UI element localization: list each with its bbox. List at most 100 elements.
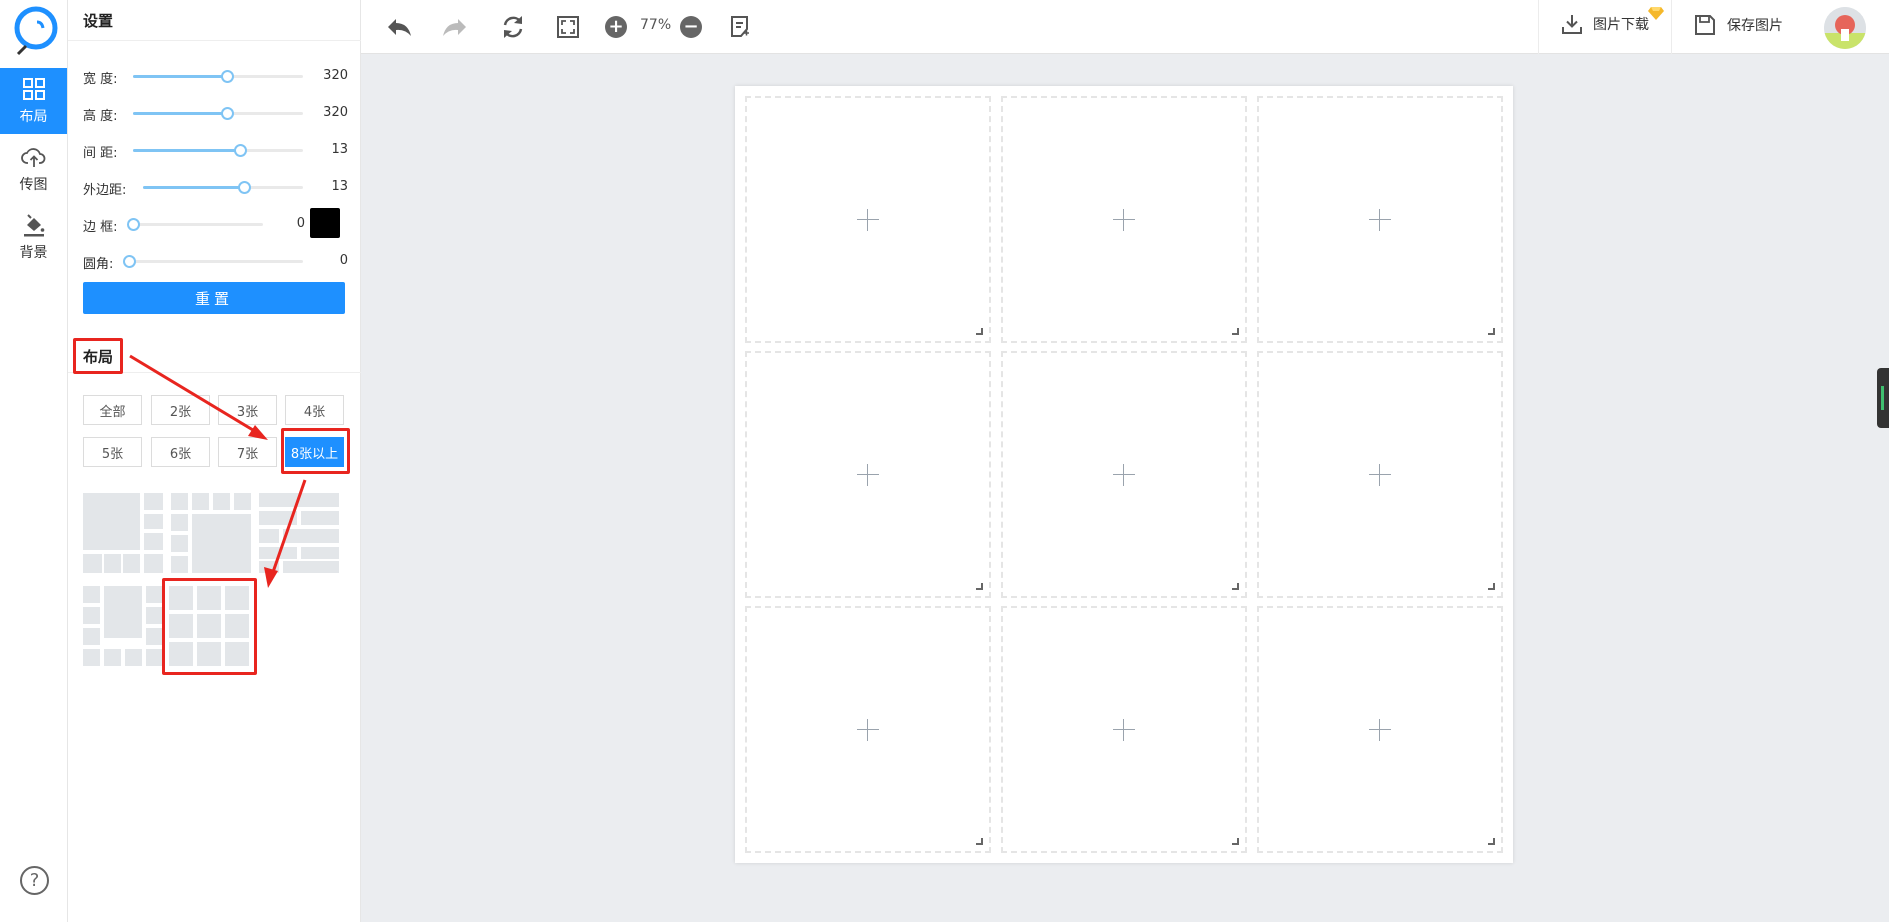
resize-handle-icon[interactable]: [1232, 583, 1239, 590]
filter-4-button[interactable]: 4张: [285, 395, 344, 425]
slider-handle[interactable]: [127, 218, 140, 231]
slider-fill: [133, 149, 241, 152]
image-slot[interactable]: [1001, 96, 1247, 343]
add-icon[interactable]: [857, 718, 879, 741]
rail-item-layout[interactable]: 布局: [0, 68, 67, 134]
slider-label: 宽 度:: [83, 72, 118, 87]
slider-handle[interactable]: [123, 255, 136, 268]
app-logo-icon[interactable]: [10, 4, 58, 56]
vip-gem-icon: [1648, 7, 1664, 20]
fit-screen-icon[interactable]: [554, 13, 582, 41]
height-slider-row: 高 度: 320: [83, 103, 363, 124]
resize-handle-icon[interactable]: [976, 583, 983, 590]
slider-handle[interactable]: [237, 181, 251, 194]
filter-all-button[interactable]: 全部: [83, 395, 142, 425]
slider-label: 高 度:: [83, 109, 118, 124]
slider-label: 间 距:: [83, 146, 118, 161]
slider-handle[interactable]: [234, 144, 248, 157]
image-slot[interactable]: [1001, 606, 1247, 853]
resize-handle-icon[interactable]: [976, 838, 983, 845]
resize-handle-icon[interactable]: [1488, 583, 1495, 590]
image-slot[interactable]: [745, 96, 991, 343]
divider: [68, 40, 361, 41]
annotation-box-8plus: [281, 428, 350, 474]
spacing-slider[interactable]: [133, 144, 303, 157]
filter-7-button[interactable]: 7张: [218, 437, 277, 467]
side-panel-handle[interactable]: [1877, 368, 1889, 428]
icon-rail: 布局 传图 背景 ?: [0, 0, 68, 922]
margin-slider[interactable]: [143, 181, 303, 194]
radius-slider-row: 圆角: 0: [83, 251, 363, 272]
rail-item-upload[interactable]: 传图: [0, 136, 67, 202]
paint-bucket-icon: [23, 214, 44, 237]
help-icon[interactable]: ?: [20, 866, 49, 895]
border-color-swatch[interactable]: [310, 208, 340, 238]
add-icon[interactable]: [1369, 208, 1391, 231]
panel-title: 设置: [83, 12, 114, 30]
image-slot[interactable]: [1257, 351, 1503, 598]
add-icon[interactable]: [1369, 718, 1391, 741]
resize-handle-icon[interactable]: [976, 328, 983, 335]
add-icon[interactable]: [1113, 718, 1135, 741]
zoom-in-icon[interactable]: +: [602, 13, 630, 41]
margin-slider-row: 外边距: 13: [83, 177, 363, 198]
border-slider[interactable]: [127, 218, 263, 231]
slider-value: 0: [296, 216, 305, 231]
add-icon[interactable]: [1113, 208, 1135, 231]
avatar[interactable]: [1824, 7, 1866, 49]
layout-template-2[interactable]: [171, 493, 251, 573]
rail-item-label: 传图: [19, 177, 48, 193]
add-icon[interactable]: [1369, 463, 1391, 486]
filter-3-button[interactable]: 3张: [218, 395, 277, 425]
slider-label: 圆角:: [83, 257, 114, 272]
slider-value: 13: [331, 179, 348, 194]
slider-label: 边 框:: [83, 220, 118, 235]
height-slider[interactable]: [133, 107, 303, 120]
filter-6-button[interactable]: 6张: [151, 437, 210, 467]
add-icon[interactable]: [857, 463, 879, 486]
add-icon[interactable]: [1113, 463, 1135, 486]
image-slot[interactable]: [745, 606, 991, 853]
resize-handle-icon[interactable]: [1232, 838, 1239, 845]
image-slot[interactable]: [1257, 606, 1503, 853]
radius-slider[interactable]: [123, 255, 303, 268]
zoom-in-glyph: +: [605, 16, 627, 38]
filter-2-button[interactable]: 2张: [151, 395, 210, 425]
grid-icon: [22, 78, 45, 100]
resize-handle-icon[interactable]: [1488, 328, 1495, 335]
cloud-upload-icon: [20, 148, 45, 167]
filter-5-button[interactable]: 5张: [83, 437, 142, 467]
layout-template-4[interactable]: [83, 586, 163, 666]
download-label: 图片下载: [1593, 17, 1649, 33]
layout-template-3[interactable]: [259, 493, 339, 573]
download-button[interactable]: 图片下载: [1561, 13, 1649, 35]
refresh-icon[interactable]: [499, 13, 527, 41]
rail-item-label: 布局: [19, 109, 48, 125]
slider-value: 320: [323, 105, 348, 120]
slider-label: 外边距:: [83, 183, 127, 198]
annotation-box-layout-title: [73, 338, 123, 374]
collage-canvas: [735, 86, 1513, 863]
divider: [1671, 0, 1672, 54]
save-button[interactable]: 保存图片: [1693, 13, 1783, 37]
image-slot[interactable]: [745, 351, 991, 598]
layout-template-1[interactable]: [83, 493, 163, 573]
width-slider-row: 宽 度: 320: [83, 66, 363, 87]
save-icon: [1695, 15, 1715, 35]
slider-handle[interactable]: [220, 70, 234, 83]
width-slider[interactable]: [133, 70, 303, 83]
note-icon[interactable]: [726, 13, 754, 41]
annotation-box-template: [162, 578, 257, 675]
undo-icon[interactable]: [385, 13, 413, 41]
image-slot[interactable]: [1001, 351, 1247, 598]
resize-handle-icon[interactable]: [1488, 838, 1495, 845]
rail-item-background[interactable]: 背景: [0, 204, 67, 270]
image-slot[interactable]: [1257, 96, 1503, 343]
redo-icon[interactable]: [441, 13, 469, 41]
slider-value: 13: [331, 142, 348, 157]
reset-button[interactable]: 重置: [83, 282, 345, 314]
slider-handle[interactable]: [220, 107, 234, 120]
zoom-out-icon[interactable]: −: [677, 13, 705, 41]
add-icon[interactable]: [857, 208, 879, 231]
resize-handle-icon[interactable]: [1232, 328, 1239, 335]
